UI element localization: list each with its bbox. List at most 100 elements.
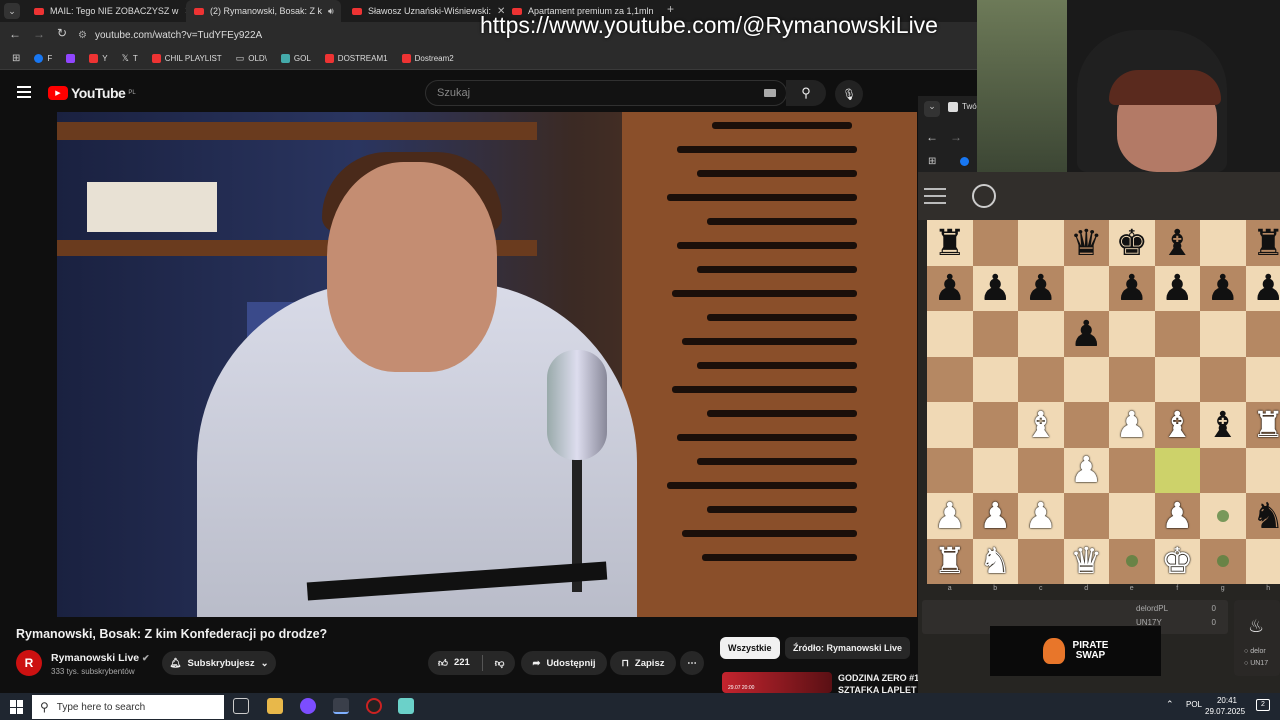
- board-square[interactable]: [1245, 311, 1280, 357]
- tab-search-button[interactable]: ⌄: [4, 3, 20, 19]
- legal-move-dot[interactable]: [1125, 555, 1138, 568]
- youtube-logo[interactable]: ▶ YouTube PL: [48, 85, 136, 101]
- white-pawn-icon[interactable]: ♟: [1025, 497, 1057, 534]
- board-square[interactable]: ♛: [1063, 538, 1109, 584]
- board-square[interactable]: [1200, 356, 1246, 402]
- white-king-icon[interactable]: ♚: [1161, 543, 1193, 579]
- board-square[interactable]: [1018, 220, 1064, 266]
- board-square[interactable]: ♟: [1154, 493, 1200, 539]
- board-square[interactable]: [1200, 493, 1246, 539]
- white-pawn-icon[interactable]: ♟: [1116, 406, 1148, 443]
- bookmark-item[interactable]: 𝕏T: [122, 53, 138, 64]
- board-square[interactable]: ♟: [1154, 265, 1200, 311]
- taskbar-clock[interactable]: 20:41 29.07.2025: [1205, 695, 1245, 717]
- notification-center-icon[interactable]: 2: [1256, 699, 1270, 711]
- white-rook-icon[interactable]: ♜: [1252, 406, 1280, 443]
- white-bishop-icon[interactable]: ♝: [1025, 406, 1057, 443]
- board-square[interactable]: ♟: [927, 265, 973, 311]
- forward-icon[interactable]: →: [33, 27, 45, 41]
- windows-start-icon[interactable]: [10, 700, 24, 714]
- board-square[interactable]: [1200, 447, 1246, 493]
- black-rook-icon[interactable]: ♜: [1252, 224, 1280, 261]
- board-square[interactable]: [1063, 402, 1109, 448]
- notepad-icon[interactable]: [398, 698, 414, 714]
- reload-icon[interactable]: ↻: [57, 26, 67, 40]
- forward-icon[interactable]: →: [950, 130, 962, 144]
- board-square[interactable]: [1109, 356, 1155, 402]
- voice-search-button[interactable]: 🎙︎: [835, 80, 863, 108]
- board-square[interactable]: ♟: [972, 265, 1018, 311]
- bookmark-item[interactable]: F: [34, 54, 52, 63]
- browser-tab-active[interactable]: (2) Rymanowski, Bosak: Z k 🔊︎ ✕: [186, 0, 341, 22]
- white-pawn-icon[interactable]: ♟: [979, 497, 1011, 534]
- board-square[interactable]: ♟: [1245, 265, 1280, 311]
- board-square[interactable]: ♟: [1063, 311, 1109, 357]
- board-square[interactable]: ♝: [1154, 220, 1200, 266]
- board-square[interactable]: ♜: [1245, 220, 1280, 266]
- subscribe-button[interactable]: 🔔︎ Subskrybujesz ⌄: [162, 651, 276, 675]
- board-square[interactable]: [1018, 538, 1064, 584]
- bookmark-item[interactable]: Y: [89, 54, 108, 63]
- tray-expand-icon[interactable]: ⌃: [1166, 699, 1174, 710]
- facebook-icon[interactable]: [960, 157, 969, 166]
- board-square[interactable]: [972, 311, 1018, 357]
- board-square[interactable]: ♟: [927, 493, 973, 539]
- bookmark-folder[interactable]: ▭ OLD\: [236, 53, 267, 64]
- black-pawn-icon[interactable]: ♟: [1025, 270, 1057, 306]
- black-bishop-icon[interactable]: ♝: [1207, 406, 1239, 443]
- board-square[interactable]: [1109, 447, 1155, 493]
- white-pawn-icon[interactable]: ♟: [1161, 497, 1193, 534]
- white-rook-icon[interactable]: ♜: [934, 543, 966, 579]
- board-square[interactable]: [1063, 265, 1109, 311]
- back-icon[interactable]: ←: [926, 130, 938, 144]
- search-button[interactable]: ⚲: [786, 80, 826, 106]
- bookmark-item[interactable]: DOSTREAM1: [324, 54, 388, 63]
- board-square[interactable]: [1245, 538, 1280, 584]
- board-square[interactable]: ♜: [927, 220, 973, 266]
- menu-icon[interactable]: [17, 86, 31, 98]
- board-square[interactable]: [1018, 311, 1064, 357]
- speaker-icon[interactable]: 🔊︎: [328, 6, 334, 17]
- board-square[interactable]: [927, 311, 973, 357]
- board-square[interactable]: [1063, 356, 1109, 402]
- black-pawn-icon[interactable]: ♟: [1070, 315, 1102, 352]
- bookmark-item[interactable]: Dostream2: [401, 54, 454, 63]
- board-square[interactable]: ♝: [1018, 402, 1064, 448]
- board-square[interactable]: ♚: [1154, 538, 1200, 584]
- board-square[interactable]: ♟: [972, 493, 1018, 539]
- board-square[interactable]: ♟: [1063, 447, 1109, 493]
- black-bishop-icon[interactable]: ♝: [1161, 224, 1193, 261]
- browser-tab[interactable]: MAIL: Tego NIE ZOBACZYSZ w✕: [26, 0, 186, 22]
- board-square[interactable]: ♟: [1200, 265, 1246, 311]
- board-square[interactable]: [972, 402, 1018, 448]
- white-queen-icon[interactable]: ♛: [1070, 543, 1102, 579]
- board-square[interactable]: [927, 402, 973, 448]
- board-square[interactable]: ♚: [1109, 220, 1155, 266]
- board-square[interactable]: ♜: [1245, 402, 1280, 448]
- board-square[interactable]: ♛: [1063, 220, 1109, 266]
- apps-grid-icon[interactable]: ⊞: [928, 156, 936, 167]
- board-square[interactable]: ♞: [972, 538, 1018, 584]
- apps-grid-icon[interactable]: ⊞: [12, 53, 20, 64]
- board-square[interactable]: [1200, 311, 1246, 357]
- black-rook-icon[interactable]: ♜: [934, 224, 966, 261]
- bookmark-item[interactable]: CHIL PLAYLIST: [151, 54, 222, 63]
- board-square[interactable]: ♟: [1109, 265, 1155, 311]
- board-square[interactable]: [1109, 311, 1155, 357]
- dislike-button[interactable]: 👎︎: [495, 657, 505, 669]
- black-pawn-icon[interactable]: ♟: [1116, 270, 1148, 306]
- board-square[interactable]: [927, 356, 973, 402]
- menu-icon[interactable]: [924, 188, 946, 204]
- task-view-icon[interactable]: [233, 698, 249, 714]
- more-actions-button[interactable]: ⋯: [680, 651, 704, 675]
- channel-avatar[interactable]: R: [16, 650, 42, 676]
- keyboard-icon[interactable]: [764, 89, 776, 97]
- black-knight-icon[interactable]: ♞: [1252, 497, 1280, 534]
- board-square[interactable]: [1063, 493, 1109, 539]
- board-square[interactable]: [1154, 447, 1200, 493]
- board-square[interactable]: ♟: [1018, 493, 1064, 539]
- like-button[interactable]: 👍︎ 221: [438, 657, 470, 669]
- bookmark-item[interactable]: GOL: [280, 54, 311, 63]
- legal-move-dot[interactable]: [1216, 555, 1229, 568]
- save-button[interactable]: ⊓ Zapisz: [610, 651, 676, 675]
